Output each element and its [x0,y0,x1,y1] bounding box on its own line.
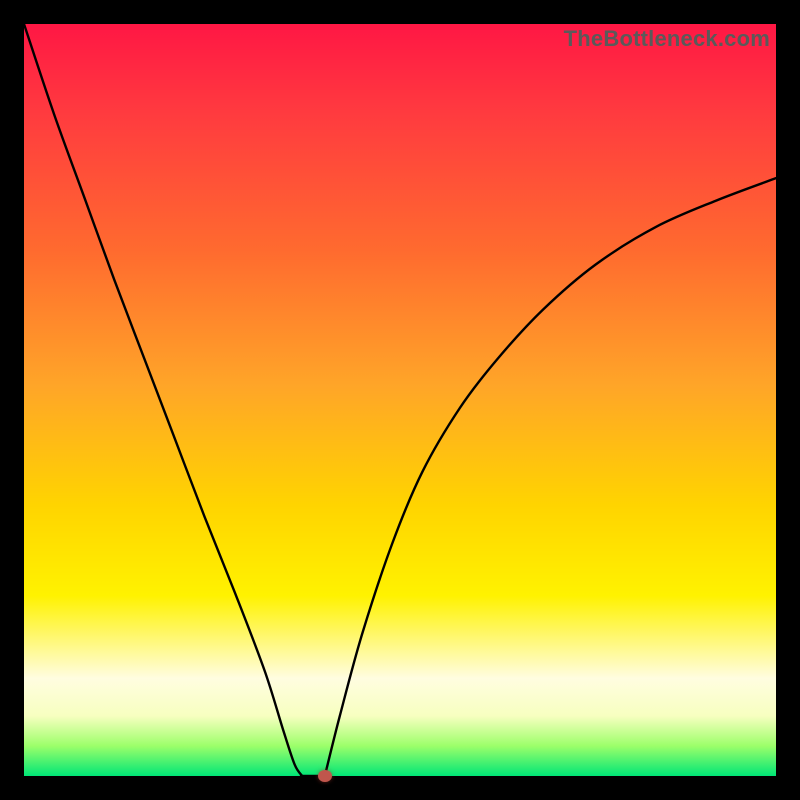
optimum-marker [318,770,332,782]
plot-area: TheBottleneck.com [24,24,776,776]
curve-path [24,24,776,780]
bottleneck-curve [24,24,776,776]
chart-container: TheBottleneck.com [0,0,800,800]
